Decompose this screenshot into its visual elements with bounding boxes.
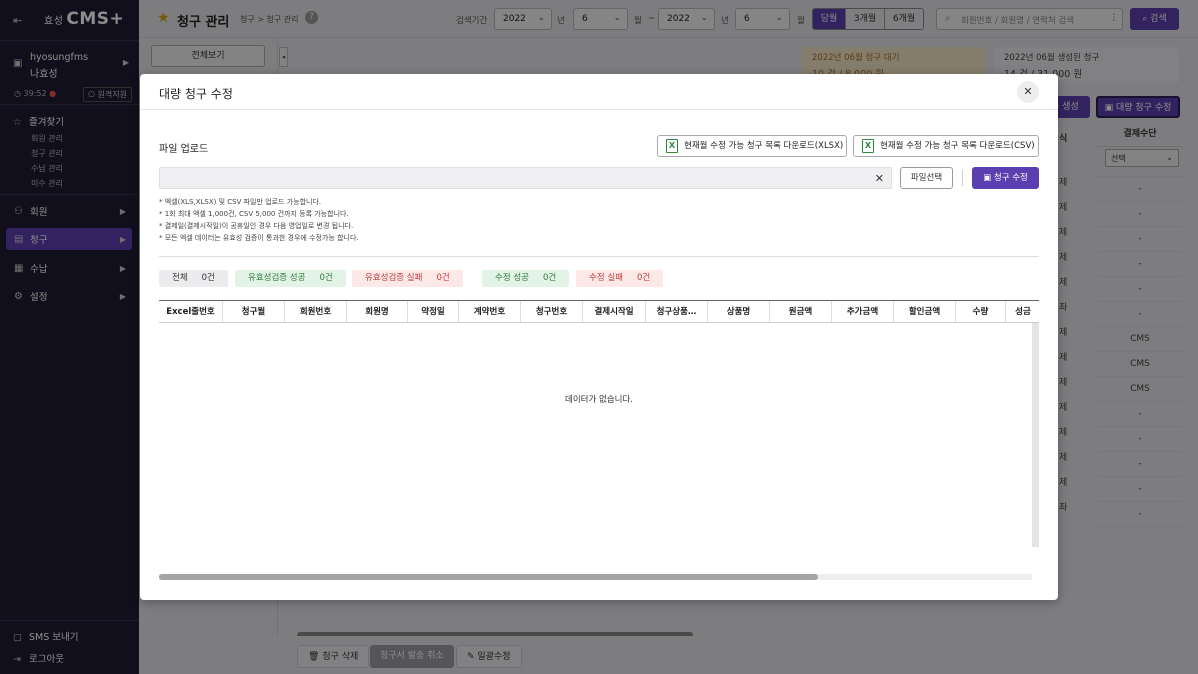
- column-header[interactable]: 상품명: [708, 301, 770, 322]
- column-header[interactable]: Excel줄번호: [159, 301, 223, 322]
- empty-message: 데이터가 없습니다.: [565, 395, 633, 405]
- upload-notes: * 엑셀(XLS,XLSX) 및 CSV 파일만 업로드 가능합니다. * 1회…: [159, 196, 359, 244]
- stat-validation-success[interactable]: 유효성검증 성공 0건: [235, 270, 346, 287]
- stat-validation-fail[interactable]: 유효성검증 실패 0건: [352, 270, 463, 287]
- divider: [140, 109, 1058, 110]
- validation-result-grid: Excel줄번호 청구월 회원번호 회원명 약정일 계약번호 청구번호 결제시작일 청구상품… 상…: [159, 300, 1039, 580]
- column-header[interactable]: 원금액: [770, 301, 832, 322]
- download-xlsx-button[interactable]: X 현재월 수정 가능 청구 목록 다운로드(XLSX): [657, 135, 847, 157]
- download-xlsx-label: 현재월 수정 가능 청구 목록 다운로드(XLSX): [684, 141, 844, 151]
- column-header[interactable]: 청구번호: [521, 301, 583, 322]
- stat-total[interactable]: 전체 0건: [159, 270, 228, 287]
- stat-label: 수정 성공: [495, 273, 529, 283]
- column-header[interactable]: 수량: [956, 301, 1006, 322]
- excel-icon: X: [666, 139, 678, 153]
- upload-note: * 모든 엑셀 데이터는 유효성 검증이 통과한 경우에 수정가능 합니다.: [159, 234, 359, 242]
- stat-count: 0건: [319, 273, 333, 283]
- stat-count: 0건: [436, 273, 450, 283]
- bulk-billing-edit-modal: 대량 청구 수정 ✕ 파일 업로드 X 현재월 수정 가능 청구 목록 다운로드(…: [140, 74, 1058, 600]
- stat-label: 유효성검증 실패: [365, 273, 423, 283]
- file-path-input[interactable]: ✕: [159, 167, 892, 189]
- column-header[interactable]: 약정일: [408, 301, 459, 322]
- column-header[interactable]: 회원명: [347, 301, 408, 322]
- column-header[interactable]: 성금: [1006, 301, 1039, 322]
- table-icon: ▣: [983, 173, 992, 183]
- file-upload-label: 파일 업로드: [159, 144, 209, 155]
- column-header[interactable]: 추가금액: [832, 301, 894, 322]
- stat-count: 0건: [542, 273, 557, 283]
- upload-note: * 결제일(결제시작일)이 공휴일인 경우 다음 영업일로 변경 됩니다.: [159, 222, 354, 230]
- grid-header-row: Excel줄번호 청구월 회원번호 회원명 약정일 계약번호 청구번호 결제시작일 청구상품… 상…: [159, 301, 1039, 323]
- stat-edit-success[interactable]: 수정 성공 0건: [482, 270, 570, 287]
- divider: [962, 170, 963, 186]
- excel-icon: X: [862, 139, 874, 153]
- column-header[interactable]: 할인금액: [894, 301, 956, 322]
- stat-label: 유효성검증 성공: [248, 273, 306, 283]
- modal-title: 대량 청구 수정: [159, 87, 233, 101]
- column-header[interactable]: 결제시작일: [583, 301, 646, 322]
- close-icon[interactable]: ✕: [1017, 81, 1039, 103]
- column-header[interactable]: 청구월: [223, 301, 285, 322]
- stat-count: 0건: [201, 273, 215, 283]
- upload-note: * 엑셀(XLS,XLSX) 및 CSV 파일만 업로드 가능합니다.: [159, 198, 322, 206]
- horizontal-scrollbar[interactable]: [159, 574, 1032, 580]
- column-header[interactable]: 계약번호: [459, 301, 521, 322]
- download-csv-label: 현재월 수정 가능 청구 목록 다운로드(CSV): [880, 141, 1035, 151]
- stat-count: 0건: [636, 273, 651, 283]
- column-header[interactable]: 회원번호: [285, 301, 347, 322]
- stat-label: 수정 실패: [589, 273, 623, 283]
- file-select-button[interactable]: 파일선택: [900, 167, 953, 189]
- vertical-scrollbar[interactable]: [1032, 323, 1039, 547]
- submit-billing-edit-button[interactable]: ▣ 청구 수정: [972, 167, 1039, 189]
- stat-label: 전체: [172, 273, 188, 283]
- stat-edit-fail[interactable]: 수정 실패 0건: [576, 270, 664, 287]
- clear-icon[interactable]: ✕: [875, 172, 884, 185]
- download-csv-button[interactable]: X 현재월 수정 가능 청구 목록 다운로드(CSV): [853, 135, 1039, 157]
- column-header[interactable]: 청구상품…: [646, 301, 708, 322]
- upload-note: * 1회 최대 엑셀 1,000건, CSV 5,000 건까지 등록 가능합니…: [159, 210, 349, 218]
- divider: [159, 256, 1039, 257]
- scrollbar-thumb[interactable]: [159, 574, 818, 580]
- submit-billing-edit-label: 청구 수정: [993, 173, 1028, 183]
